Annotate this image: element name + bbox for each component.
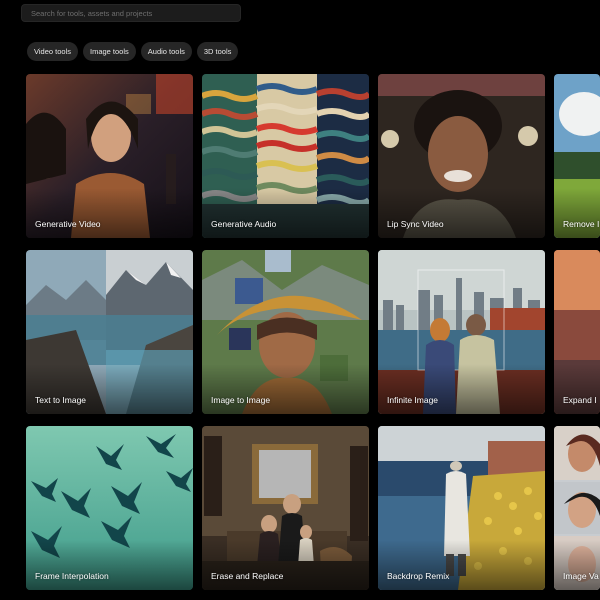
filter-image-tools[interactable]: Image tools	[82, 42, 136, 61]
card-shade	[202, 188, 369, 238]
tool-card-label: Infinite Image	[387, 395, 439, 405]
card-shade	[554, 188, 600, 238]
tool-card-infinite-image[interactable]: Infinite Image	[378, 250, 545, 414]
card-shade	[26, 540, 193, 590]
tool-card-erase-and-replace[interactable]: Erase and Replace	[202, 426, 369, 590]
tool-card-label: Image to Image	[211, 395, 271, 405]
card-shade	[26, 364, 193, 414]
card-shade	[26, 188, 193, 238]
tool-card-label: Image Va	[563, 571, 599, 581]
tool-card-remove-background[interactable]: Remove I	[554, 74, 600, 238]
tool-card-label: Erase and Replace	[211, 571, 284, 581]
filter-audio-tools[interactable]: Audio tools	[140, 42, 192, 61]
tool-card-label: Backdrop Remix	[387, 571, 450, 581]
filter-3d-tools[interactable]: 3D tools	[196, 42, 239, 61]
card-shade	[378, 540, 545, 590]
tool-card-label: Remove I	[563, 219, 600, 229]
tool-card-label: Expand I	[563, 395, 597, 405]
tool-card-backdrop-remix[interactable]: Backdrop Remix	[378, 426, 545, 590]
tool-card-label: Generative Video	[35, 219, 101, 229]
tool-card-image-variations[interactable]: Image Va	[554, 426, 600, 590]
tool-card-expand-image[interactable]: Expand I	[554, 250, 600, 414]
tool-card-frame-interpolation[interactable]: Frame Interpolation	[26, 426, 193, 590]
tool-card-label: Text to Image	[35, 395, 87, 405]
card-shade	[554, 540, 600, 590]
tool-card-image-to-image[interactable]: Image to Image	[202, 250, 369, 414]
tool-card-label: Generative Audio	[211, 219, 277, 229]
filter-video-tools[interactable]: Video tools	[27, 42, 78, 61]
tool-card-generative-video[interactable]: Generative Video	[26, 74, 193, 238]
card-shade	[202, 364, 369, 414]
card-shade	[378, 364, 545, 414]
tool-card-label: Frame Interpolation	[35, 571, 109, 581]
card-shade	[378, 188, 545, 238]
tool-filter-bar: Video tools Image tools Audio tools 3D t…	[27, 42, 239, 61]
tool-card-lip-sync-video[interactable]: Lip Sync Video	[378, 74, 545, 238]
card-shade	[202, 540, 369, 590]
card-shade	[554, 364, 600, 414]
tool-card-generative-audio[interactable]: Generative Audio	[202, 74, 369, 238]
search-input[interactable]: Search for tools, assets and projects	[21, 4, 241, 22]
tool-card-text-to-image[interactable]: Text to Image	[26, 250, 193, 414]
tool-card-label: Lip Sync Video	[387, 219, 444, 229]
